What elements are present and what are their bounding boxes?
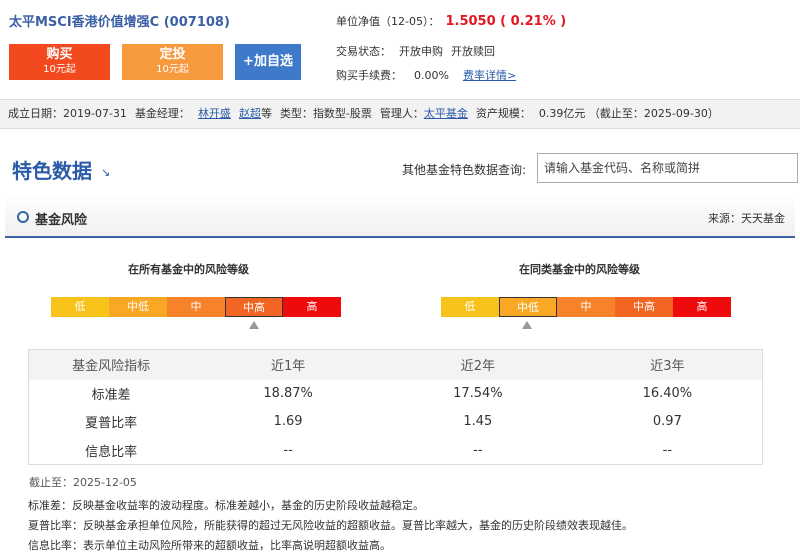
- size-value: 0.39亿元 （截止至：2025-09-30）: [538, 107, 719, 120]
- fund-meta-bar: 成立日期：2019-07-31 基金经理： 林开盛 赵超等 类型：指数型-股票 管理人：太…: [0, 99, 800, 129]
- metric-value: 0.97: [652, 414, 682, 430]
- risk-level-marker-icon: [522, 321, 532, 329]
- size-label: 资产规模：: [475, 107, 531, 120]
- metrics-asof-date: 截止至：2025-12-05: [29, 476, 137, 489]
- risk-level-segment: 中高: [225, 297, 283, 317]
- fee-label: 购买手续费：: [336, 69, 402, 82]
- risk-scale-all-title: 在所有基金中的风险等级: [128, 263, 249, 276]
- redeem-status: 开放赎回: [451, 45, 495, 58]
- risk-level-segment: 低: [51, 297, 109, 317]
- metric-value: 16.40%: [642, 386, 693, 402]
- risk-level-segment: 中高: [615, 297, 673, 317]
- risk-panel-title: 基金风险: [35, 213, 88, 228]
- risk-level-segment: 中: [167, 297, 225, 317]
- type-label: 类型：: [279, 107, 313, 120]
- risk-level-marker-icon: [249, 321, 259, 329]
- manager-link-2[interactable]: 赵超: [239, 107, 261, 120]
- fund-query-label: 其他基金特色数据查询:: [402, 163, 527, 177]
- manager-label: 基金经理：: [134, 107, 190, 120]
- metric-name: 标准差: [91, 388, 131, 404]
- table-row: 夏普比率 1.69 1.45 0.97: [29, 408, 763, 436]
- manager-suffix: 等: [260, 107, 272, 120]
- risk-level-segment: 中: [557, 297, 615, 317]
- auto-invest-button[interactable]: 定投 10元起: [122, 44, 223, 80]
- risk-scale-peer: 低中低中中高高: [441, 297, 731, 317]
- col-header-3y: 近3年: [572, 349, 763, 380]
- note-standard-deviation: 标准差：反映基金收益率的波动程度。标准差越小，基金的历史阶段收益越稳定。: [28, 499, 424, 512]
- company-label: 管理人：: [379, 107, 424, 120]
- table-row: 标准差 18.87% 17.54% 16.40%: [29, 380, 763, 408]
- metric-value: 1.69: [273, 414, 303, 430]
- section-title: 特色数据: [12, 159, 92, 183]
- purchase-status: 开放申购: [399, 45, 443, 58]
- risk-scale-all: 低中低中中高高: [51, 297, 341, 317]
- fee-row: 购买手续费： 0.00% 费率详情>: [336, 67, 516, 83]
- fund-search-input[interactable]: [537, 153, 798, 183]
- metric-value: --: [283, 442, 293, 458]
- table-header-row: 基金风险指标 近1年 近2年 近3年: [28, 349, 763, 380]
- risk-scale-peer-title: 在同类基金中的风险等级: [519, 263, 640, 276]
- type-value: 指数型-股票: [312, 107, 372, 120]
- risk-panel-header: 基金风险 来源：天天基金: [5, 198, 795, 238]
- company-link[interactable]: 太平基金: [424, 107, 468, 120]
- risk-level-segment: 低: [441, 297, 499, 317]
- metric-name: 夏普比率: [85, 416, 138, 432]
- col-header-1y: 近1年: [193, 349, 383, 380]
- add-watchlist-button[interactable]: +加自选: [235, 44, 301, 80]
- circle-bullet-icon: [17, 211, 29, 223]
- metric-name: 信息比率: [85, 444, 138, 460]
- note-information-ratio: 信息比率：表示单位主动风险所带来的超额收益，比率高说明超额收益高。: [28, 539, 391, 552]
- table-row: 信息比率 -- -- --: [29, 436, 763, 464]
- risk-source: 来源：天天基金: [708, 212, 785, 225]
- metric-value: 18.87%: [263, 386, 313, 402]
- col-header-metric: 基金风险指标: [28, 349, 194, 380]
- metric-value: 1.45: [463, 414, 493, 430]
- metric-value: --: [473, 442, 483, 458]
- trade-status-label: 交易状态：: [336, 45, 391, 58]
- col-header-2y: 近2年: [382, 349, 573, 380]
- inception-value: 2019-07-31: [63, 107, 127, 120]
- buy-button[interactable]: 购买 10元起: [9, 44, 110, 80]
- fee-details-link[interactable]: 费率详情>: [463, 69, 516, 82]
- auto-invest-button-label: 定投: [159, 47, 186, 62]
- metric-value: --: [662, 442, 673, 458]
- risk-metrics-table: 基金风险指标 近1年 近2年 近3年 标准差 18.87% 17.54% 16.…: [28, 349, 763, 465]
- fund-title: 太平MSCI香港价值增强C (007108): [9, 15, 230, 30]
- metric-value: 17.54%: [453, 386, 503, 402]
- manager-link-1[interactable]: 林开盛: [198, 107, 231, 120]
- buy-button-label: 购买: [46, 47, 73, 62]
- auto-invest-button-sublabel: 10元起: [156, 64, 189, 75]
- buy-button-sublabel: 10元起: [43, 64, 76, 75]
- risk-level-segment: 高: [283, 297, 341, 317]
- note-sharpe-ratio: 夏普比率：反映基金承担单位风险，所能获得的超过无风险收益的超额收益。夏普比率越大…: [28, 519, 633, 532]
- risk-level-segment: 中低: [499, 297, 557, 317]
- risk-level-segment: 高: [673, 297, 731, 317]
- inception-label: 成立日期：: [8, 107, 63, 120]
- trade-status-row: 交易状态： 开放申购 开放赎回: [336, 43, 495, 59]
- fee-value: 0.00%: [414, 69, 449, 82]
- section-arrow-icon: ↘: [101, 166, 111, 179]
- risk-level-segment: 中低: [109, 297, 167, 317]
- nav-row: 单位净值（12-05）： 1.5050 ( 0.21% ): [336, 13, 566, 29]
- nav-label: 单位净值（12-05）：: [336, 15, 440, 28]
- nav-value: 1.5050 ( 0.21% ): [445, 14, 567, 29]
